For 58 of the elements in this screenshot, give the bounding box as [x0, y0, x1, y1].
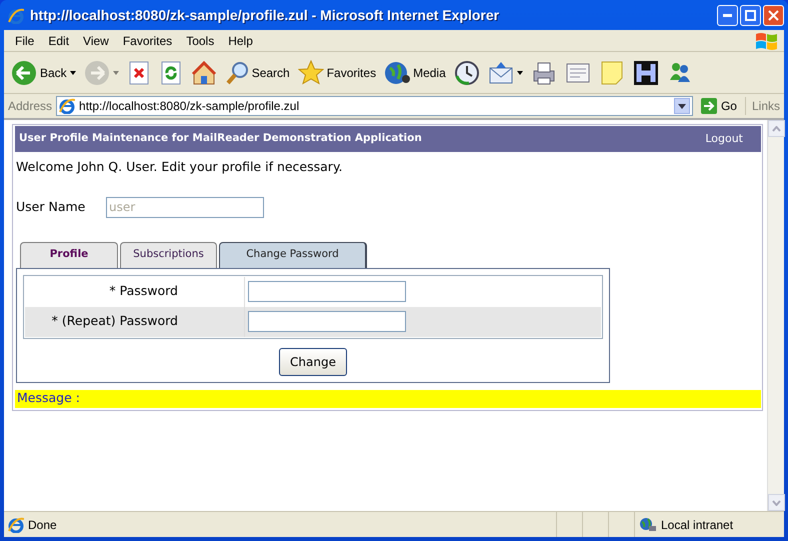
tab[interactable]: Subscriptions: [120, 242, 217, 268]
message-text: Message :: [15, 390, 761, 408]
search-button[interactable]: Search: [222, 58, 293, 88]
magnifier-icon: [224, 60, 249, 86]
windows-logo-icon: [754, 30, 778, 50]
status-text: Done: [28, 516, 57, 534]
field-label: * (Repeat) Password: [25, 306, 245, 337]
clock-icon: [454, 60, 480, 86]
window-title: http://localhost:8080/zk-sample/profile.zul - Microsoft Internet Explorer: [30, 6, 500, 25]
dropdown-button[interactable]: [674, 98, 690, 114]
minimize-button[interactable]: [717, 4, 738, 26]
menu-item[interactable]: Edit: [41, 32, 76, 50]
tab[interactable]: Change Password: [219, 242, 367, 268]
go-button[interactable]: Go: [696, 97, 741, 115]
menu-item[interactable]: Tools: [179, 32, 222, 50]
change-button[interactable]: Change: [279, 348, 347, 376]
tab[interactable]: Profile: [20, 242, 118, 268]
caret-icon: [112, 70, 119, 74]
globe-icon: [639, 516, 657, 532]
address-field[interactable]: http://localhost:8080/zk-sample/profile.zul: [56, 96, 693, 116]
favorites-button[interactable]: Favorites: [294, 58, 380, 88]
page-icon: [8, 516, 24, 532]
menu-item[interactable]: Help: [221, 32, 260, 50]
star-icon: [298, 60, 324, 86]
close-button[interactable]: [763, 4, 784, 26]
caret-icon: [70, 70, 76, 74]
h-square-icon: [632, 60, 659, 86]
menu-item[interactable]: Favorites: [116, 32, 180, 50]
password-field[interactable]: [248, 281, 406, 302]
printer-icon: [530, 60, 557, 86]
menu-item[interactable]: File: [8, 32, 42, 50]
scrollbar[interactable]: [767, 120, 784, 511]
welcome-text: Welcome John Q. User. Edit your profile if necessary.: [16, 158, 344, 176]
browser-icon: [8, 8, 24, 24]
refresh-icon: [158, 60, 183, 86]
maximize-icon: [745, 10, 756, 20]
globe-icon: [384, 60, 410, 86]
zone-label: Local intranet: [661, 516, 734, 534]
field-label: User Name: [16, 198, 86, 216]
caret-icon: [516, 70, 523, 74]
home-icon: [190, 60, 217, 86]
arrow-icon: [700, 98, 717, 114]
envelope-icon: [488, 60, 514, 86]
password-field[interactable]: [248, 311, 406, 332]
caret-icon: [678, 104, 686, 108]
address-label: Address: [8, 98, 52, 115]
back-button[interactable]: Back: [8, 58, 79, 88]
close-icon: [768, 10, 779, 20]
note-icon: [598, 60, 625, 86]
page-title: User Profile Maintenance for MailReader Demonstration Application: [19, 131, 422, 146]
page-icon: [59, 98, 76, 114]
maximize-button[interactable]: [740, 4, 761, 26]
menu-item[interactable]: View: [76, 32, 116, 50]
logout-link[interactable]: Logout: [705, 130, 743, 148]
minimize-icon: [723, 14, 732, 16]
links-label[interactable]: Links: [744, 97, 780, 115]
stop-icon: [126, 60, 151, 86]
media-button[interactable]: Media: [381, 58, 449, 88]
